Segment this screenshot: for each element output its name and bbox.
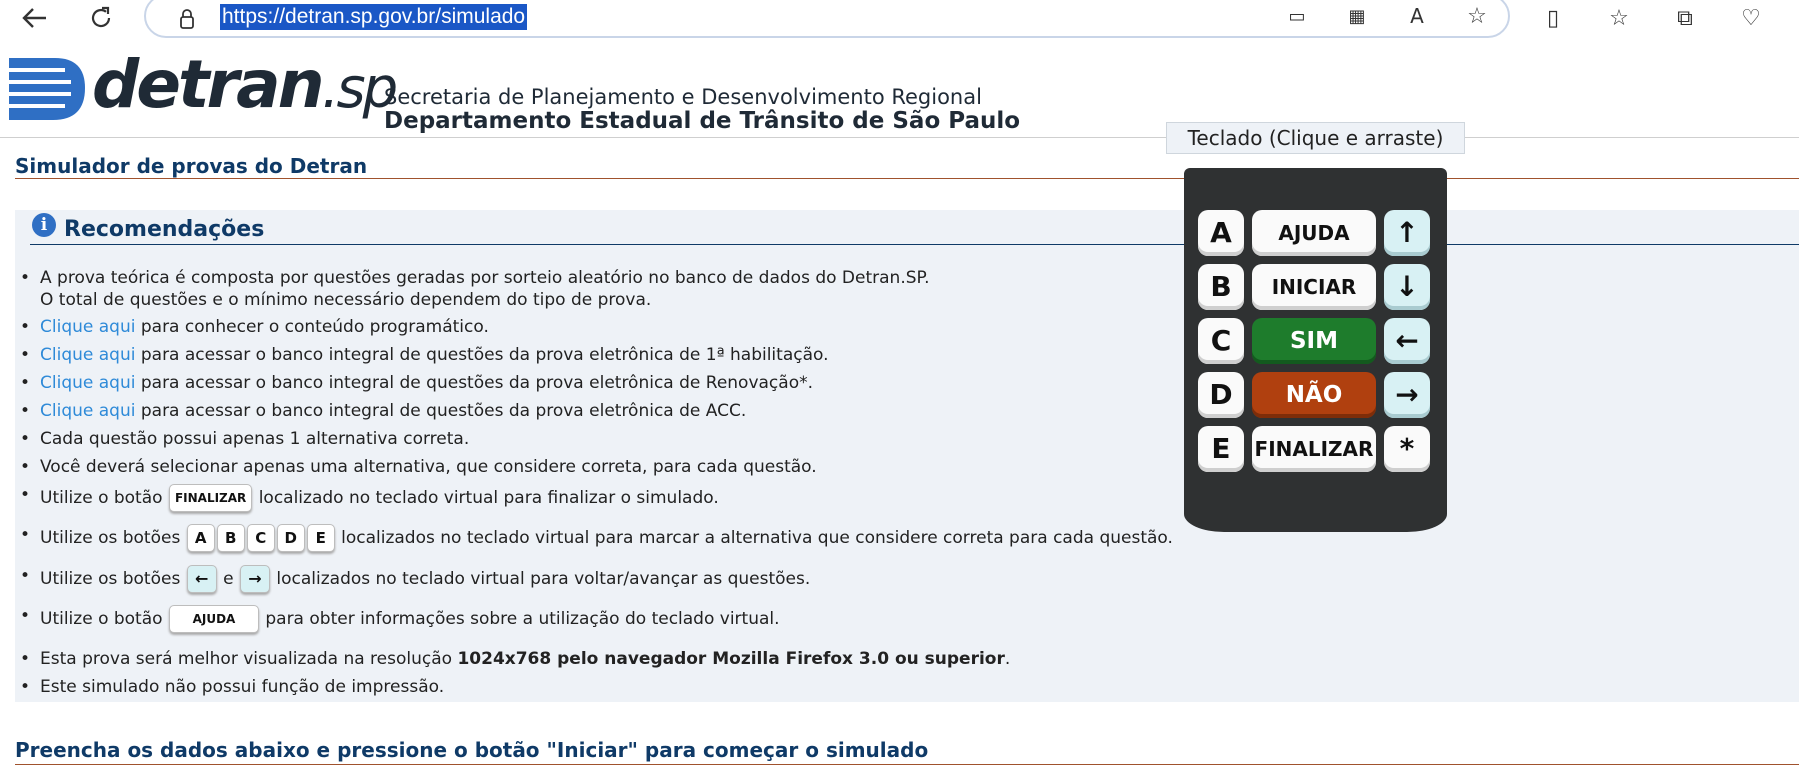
- mini-key-e: E: [306, 524, 335, 552]
- mini-key-c: C: [246, 524, 275, 552]
- key-a[interactable]: A: [1198, 210, 1244, 256]
- list-item: • Clique aqui para conhecer o conteúdo pr…: [20, 317, 489, 337]
- key-d[interactable]: D: [1198, 372, 1244, 418]
- site-header: detran.sp Secretaria de Planejamento e D…: [0, 44, 1799, 136]
- split-screen-icon[interactable]: ▯: [1536, 2, 1570, 34]
- header-departamento: Departamento Estadual de Trânsito de São…: [384, 108, 1021, 134]
- form-section-title: Preencha os dados abaixo e pressione o b…: [15, 738, 929, 762]
- key-right-arrow[interactable]: →: [1384, 372, 1430, 418]
- key-b[interactable]: B: [1198, 264, 1244, 310]
- link-banco-acc[interactable]: Clique aqui: [40, 401, 135, 421]
- list-item: • Utilize o botão AJUDA para obter inform…: [20, 605, 780, 633]
- lock-icon[interactable]: [172, 4, 202, 34]
- list-item-continuation: O total de questões e o mínimo necessári…: [40, 290, 652, 310]
- link-banco-1a-habilitacao[interactable]: Clique aqui: [40, 345, 135, 365]
- reload-icon[interactable]: [84, 2, 118, 34]
- key-iniciar[interactable]: INICIAR: [1252, 264, 1376, 310]
- address-bar[interactable]: https://detran.sp.gov.br/simulado ▭ ▦ A …: [144, 0, 1510, 38]
- key-nao[interactable]: NÃO: [1252, 372, 1376, 418]
- mini-key-d: D: [276, 524, 305, 552]
- url-text[interactable]: https://detran.sp.gov.br/simulado: [220, 4, 528, 30]
- link-banco-renovacao[interactable]: Clique aqui: [40, 373, 135, 393]
- key-ajuda[interactable]: AJUDA: [1252, 210, 1376, 256]
- virtual-keyboard: A B C D E AJUDA INICIAR SIM NÃO FINALIZA…: [1184, 168, 1447, 532]
- list-item: • Este simulado não possui função de impr…: [20, 677, 445, 697]
- list-item: • Clique aqui para acessar o banco integr…: [20, 345, 829, 365]
- mini-key-b: B: [216, 524, 245, 552]
- mini-right-arrow-key: →: [240, 565, 270, 593]
- app-available-icon[interactable]: ▭: [1280, 0, 1314, 32]
- list-item: • A prova teórica é composta por questões…: [20, 268, 930, 288]
- back-icon[interactable]: [18, 2, 52, 34]
- browser-essentials-icon[interactable]: ♡: [1734, 2, 1768, 34]
- browser-toolbar: https://detran.sp.gov.br/simulado ▭ ▦ A …: [0, 0, 1799, 38]
- collections-icon[interactable]: ⧉: [1668, 2, 1702, 34]
- extensions-grid-icon[interactable]: ▦: [1340, 0, 1374, 32]
- list-item: • Clique aqui para acessar o banco integr…: [20, 401, 747, 421]
- list-item: • Utilize os botões ABCDE localizados no …: [20, 524, 1173, 552]
- mini-key-a: A: [186, 524, 215, 552]
- recommendations-underline: [30, 244, 1799, 245]
- read-aloud-icon[interactable]: A: [1400, 0, 1434, 32]
- header-secretaria: Secretaria de Planejamento e Desenvolvim…: [384, 85, 982, 109]
- key-sim[interactable]: SIM: [1252, 318, 1376, 364]
- page-title: Simulador de provas do Detran: [15, 154, 368, 178]
- link-conteudo-programatico[interactable]: Clique aqui: [40, 317, 135, 337]
- key-c[interactable]: C: [1198, 318, 1244, 364]
- info-icon: i: [32, 213, 56, 237]
- list-item: • Cada questão possui apenas 1 alternativ…: [20, 429, 470, 449]
- keyboard-drag-handle[interactable]: Teclado (Clique e arraste): [1166, 122, 1465, 154]
- key-e[interactable]: E: [1198, 426, 1244, 472]
- key-finalizar[interactable]: FINALIZAR: [1252, 426, 1376, 472]
- recommendations-title: Recomendações: [64, 217, 265, 242]
- key-asterisk[interactable]: *: [1384, 426, 1430, 472]
- key-up-arrow[interactable]: ↑: [1384, 210, 1430, 256]
- list-item: • Esta prova será melhor visualizada na r…: [20, 649, 1011, 669]
- key-left-arrow[interactable]: ←: [1384, 318, 1430, 364]
- detran-logo-text: detran.sp: [92, 46, 398, 123]
- list-item: • Utilize o botão FINALIZAR localizado no…: [20, 484, 719, 512]
- list-item: • Utilize os botões ← e → localizados no …: [20, 565, 810, 593]
- list-item: • Clique aqui para acessar o banco integr…: [20, 373, 814, 393]
- title-underline: [15, 178, 1799, 179]
- key-down-arrow[interactable]: ↓: [1384, 264, 1430, 310]
- detran-logo-icon: [9, 58, 85, 120]
- favorite-star-icon[interactable]: ☆: [1460, 0, 1494, 32]
- mini-finalizar-key: FINALIZAR: [168, 484, 253, 512]
- favorites-icon[interactable]: ☆: [1602, 2, 1636, 34]
- list-item: • Você deverá selecionar apenas uma alter…: [20, 457, 817, 477]
- form-title-underline: [15, 764, 1799, 765]
- mini-ajuda-key: AJUDA: [168, 605, 259, 633]
- mini-left-arrow-key: ←: [186, 565, 217, 593]
- header-divider: [0, 137, 1799, 138]
